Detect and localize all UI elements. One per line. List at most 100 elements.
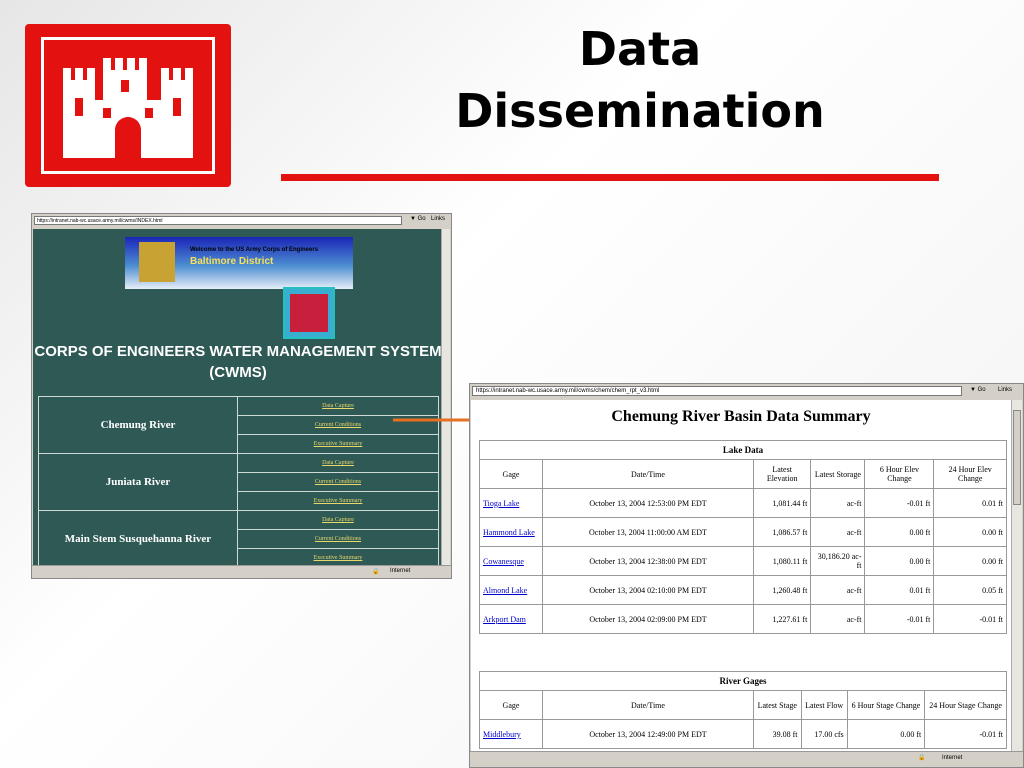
table-cell: 0.01 ft xyxy=(933,488,1007,518)
scrollbar-thumb[interactable] xyxy=(1013,410,1021,505)
status-zone: Internet xyxy=(390,568,411,574)
cwms-heading-line-1: CORPS OF ENGINEERS WATER MANAGEMENT SYST… xyxy=(34,343,442,360)
column-header: Gage xyxy=(479,690,543,720)
table-cell: 0.01 ft xyxy=(864,575,935,605)
column-header: Latest Elevation xyxy=(752,459,812,489)
go-label: Go xyxy=(417,216,426,222)
chemung-report-page: Chemung River Basin Data Summary Lake Da… xyxy=(471,400,1011,751)
table-cell: October 13, 2004 12:38:00 PM EDT xyxy=(542,546,754,576)
table-cell: -0.01 ft xyxy=(924,719,1007,749)
column-header: Latest Stage xyxy=(753,690,802,720)
river-gages-table: River Gages Gage Date/Time Latest Stage … xyxy=(479,671,1007,749)
table-cell: 0.00 ft xyxy=(864,546,935,576)
table-cell: -0.01 ft xyxy=(864,488,935,518)
table-cell: -0.01 ft xyxy=(864,604,935,634)
banner-welcome: Welcome to the US Army Corps of Engineer… xyxy=(190,247,319,253)
table-row: Middlebury October 13, 2004 12:49:00 PM … xyxy=(479,719,1007,749)
table-row: Cowanesque October 13, 2004 12:38:00 PM … xyxy=(479,546,1007,576)
table-row: Arkport Dam October 13, 2004 02:09:00 PM… xyxy=(479,604,1007,634)
river-name: Chemung River xyxy=(38,396,238,454)
go-button[interactable]: ▼ Go xyxy=(410,216,426,222)
vertical-scrollbar[interactable] xyxy=(441,229,450,567)
table-cell: October 13, 2004 12:49:00 PM EDT xyxy=(542,719,754,749)
go-label: Go xyxy=(977,387,986,393)
go-button[interactable]: ▼ Go xyxy=(970,387,986,393)
table-cell: ac-ft xyxy=(810,488,866,518)
status-zone: Internet xyxy=(942,755,963,761)
table-caption: Lake Data xyxy=(479,440,1007,460)
status-bar: 🔒 Internet xyxy=(32,565,451,578)
column-header: 6 Hour Elev Change xyxy=(864,459,935,489)
browser-window-chemung-report: https://intranet.nab-wc.usace.army.mil/c… xyxy=(469,383,1024,768)
title-line-2: Dissemination xyxy=(455,84,825,138)
table-cell: ac-ft xyxy=(810,604,866,634)
table-cell: 1,260.48 ft xyxy=(752,575,812,605)
column-header: Date/Time xyxy=(542,690,754,720)
gage-link[interactable]: Middlebury xyxy=(479,719,543,749)
table-cell: October 13, 2004 02:09:00 PM EDT xyxy=(542,604,754,634)
skyline-image-icon xyxy=(283,287,335,339)
title-line-1: Data xyxy=(578,22,702,76)
address-bar: https://intranet.nab-wc.usace.army.mil/c… xyxy=(470,384,1023,399)
cwms-heading: CORPS OF ENGINEERS WATER MANAGEMENT SYST… xyxy=(33,341,443,383)
gage-link[interactable]: Hammond Lake xyxy=(479,517,543,547)
table-cell: 0.00 ft xyxy=(933,517,1007,547)
data-capture-link[interactable]: Data Capture xyxy=(237,453,439,473)
district-banner: Welcome to the US Army Corps of Engineer… xyxy=(125,237,353,289)
browser-window-cwms-index: https://intranet.nab-wc.usace.army.mil/c… xyxy=(31,213,452,579)
table-cell: ac-ft xyxy=(810,575,866,605)
river-name: Main Stem Susquehanna River xyxy=(38,510,238,567)
gage-link[interactable]: Arkport Dam xyxy=(479,604,543,634)
gage-link[interactable]: Tioga Lake xyxy=(479,488,543,518)
table-cell: 0.00 ft xyxy=(846,719,926,749)
table-cell: October 13, 2004 11:00:00 AM EDT xyxy=(542,517,754,547)
lock-icon: 🔒 xyxy=(372,569,380,575)
executive-summary-link[interactable]: Executive Summary xyxy=(237,491,439,511)
table-cell: 1,086.57 ft xyxy=(752,517,812,547)
executive-summary-link[interactable]: Executive Summary xyxy=(237,434,439,454)
links-button[interactable]: Links xyxy=(431,216,445,222)
castle-icon xyxy=(63,58,193,158)
column-header: 24 Hour Elev Change xyxy=(933,459,1007,489)
table-cell: October 13, 2004 12:53:00 PM EDT xyxy=(542,488,754,518)
column-header: Gage xyxy=(479,459,543,489)
address-bar: https://intranet.nab-wc.usace.army.mil/c… xyxy=(32,214,451,228)
lake-data-table: Lake Data Gage Date/Time Latest Elevatio… xyxy=(479,440,1007,634)
current-conditions-link[interactable]: Current Conditions xyxy=(237,472,439,492)
table-row: Tioga Lake October 13, 2004 12:53:00 PM … xyxy=(479,488,1007,518)
slide-title: Data Dissemination xyxy=(420,18,860,142)
title-underline xyxy=(281,174,939,181)
table-cell: -0.01 ft xyxy=(933,604,1007,634)
table-row: Almond Lake October 13, 2004 02:10:00 PM… xyxy=(479,575,1007,605)
river-links-table: Chemung River Data Capture Current Condi… xyxy=(38,396,439,567)
table-cell: 0.05 ft xyxy=(933,575,1007,605)
corps-castle-logo xyxy=(25,24,231,187)
castle-icon xyxy=(139,242,175,282)
column-header: 24 Hour Stage Change xyxy=(924,690,1007,720)
current-conditions-link[interactable]: Current Conditions xyxy=(237,529,439,549)
vertical-scrollbar[interactable] xyxy=(1011,400,1022,751)
table-cell: October 13, 2004 02:10:00 PM EDT xyxy=(542,575,754,605)
river-name: Juniata River xyxy=(38,453,238,511)
url-field[interactable]: https://intranet.nab-wc.usace.army.mil/c… xyxy=(34,216,402,225)
links-button[interactable]: Links xyxy=(998,387,1012,393)
table-cell: 30,186.20 ac-ft xyxy=(810,546,866,576)
lock-icon: 🔒 xyxy=(918,755,926,761)
table-cell: 0.00 ft xyxy=(933,546,1007,576)
column-header: Latest Flow xyxy=(800,690,848,720)
gage-link[interactable]: Almond Lake xyxy=(479,575,543,605)
banner-district: Baltimore District xyxy=(190,256,274,267)
column-header: Date/Time xyxy=(542,459,754,489)
table-cell: 0.00 ft xyxy=(864,517,935,547)
gage-link[interactable]: Cowanesque xyxy=(479,546,543,576)
url-field[interactable]: https://intranet.nab-wc.usace.army.mil/c… xyxy=(472,386,962,396)
table-cell: 1,081.44 ft xyxy=(752,488,812,518)
column-header: Latest Storage xyxy=(810,459,866,489)
table-cell: ac-ft xyxy=(810,517,866,547)
table-cell: 39.08 ft xyxy=(753,719,802,749)
data-capture-link[interactable]: Data Capture xyxy=(237,510,439,530)
report-title: Chemung River Basin Data Summary xyxy=(611,408,871,425)
table-cell: 17.00 cfs xyxy=(800,719,848,749)
table-row: Hammond Lake October 13, 2004 11:00:00 A… xyxy=(479,517,1007,547)
table-caption: River Gages xyxy=(479,671,1007,691)
